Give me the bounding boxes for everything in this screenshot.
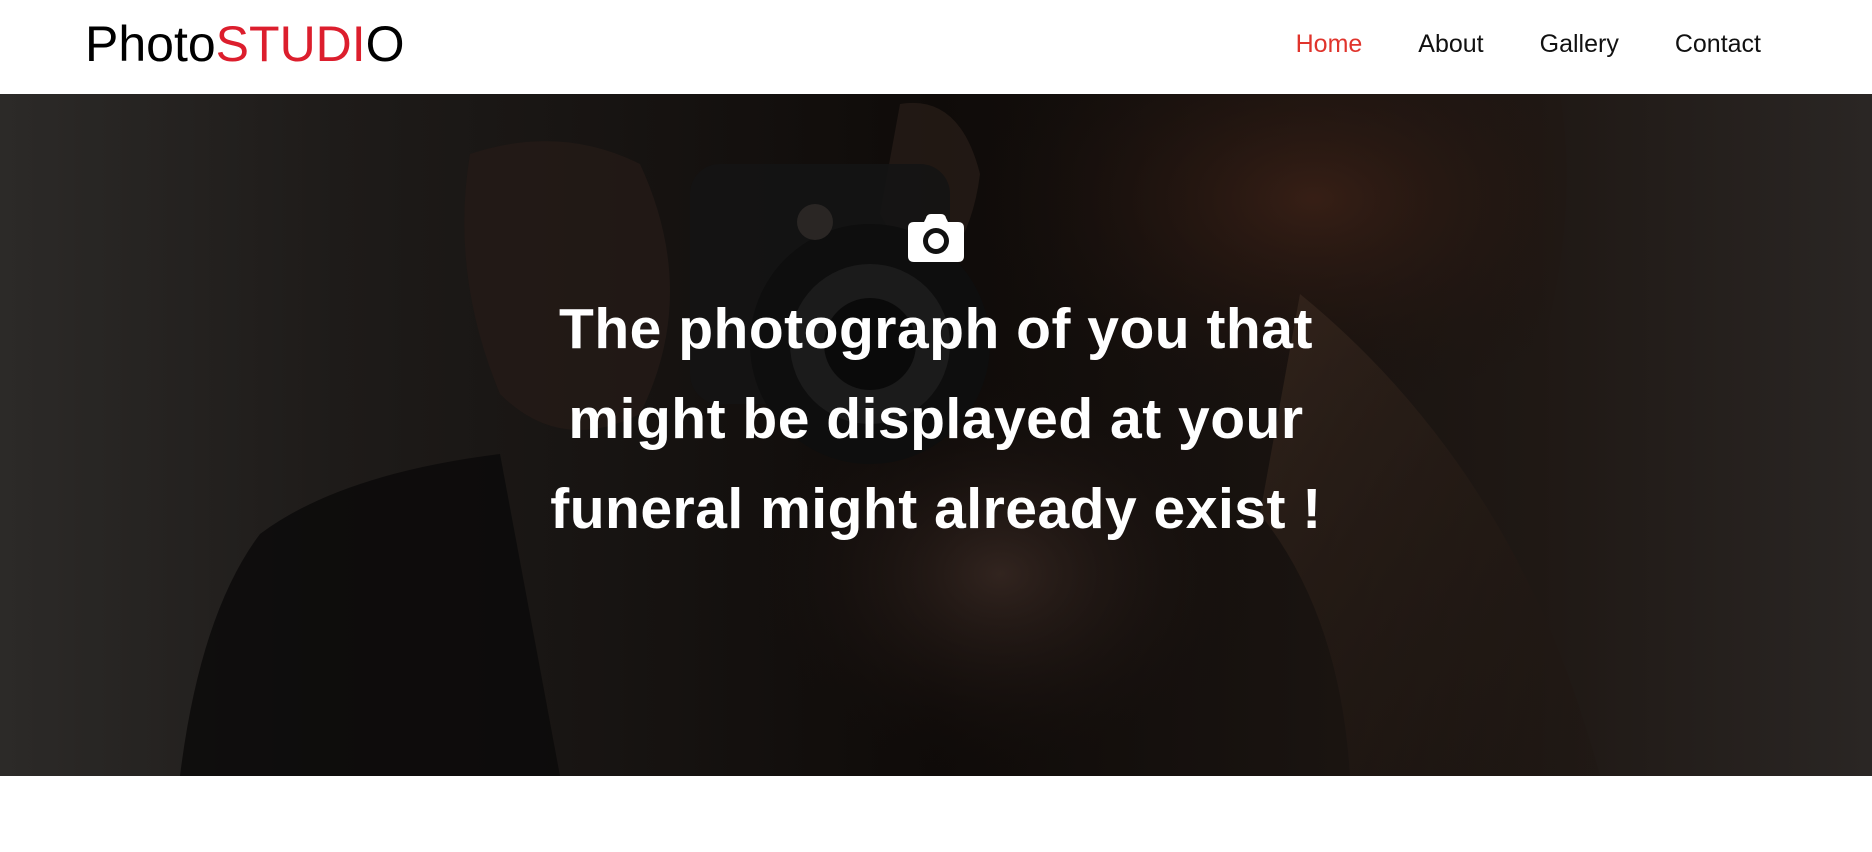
brand-logo-accent: STUDI [215, 16, 366, 72]
nav-link-contact[interactable]: Contact [1675, 28, 1761, 60]
brand-logo-suffix: O [365, 16, 405, 72]
hero-banner: The photograph of you that might be disp… [0, 94, 1872, 776]
main-nav: Home About Gallery Contact [1240, 28, 1761, 60]
hero-content: The photograph of you that might be disp… [486, 214, 1386, 554]
brand-logo-prefix: Photo [85, 16, 216, 72]
hero-headline-line: funeral might already exist ! [550, 477, 1322, 541]
brand-logo[interactable]: PhotoSTUDIO [85, 14, 405, 74]
navbar: PhotoSTUDIO Home About Gallery Contact [0, 0, 1872, 94]
nav-link-about[interactable]: About [1418, 28, 1483, 60]
hero-headline-line: might be displayed at your [568, 387, 1304, 451]
camera-icon [908, 214, 964, 262]
hero-headline: The photograph of you that might be disp… [486, 284, 1386, 554]
nav-link-gallery[interactable]: Gallery [1540, 28, 1619, 60]
nav-link-home[interactable]: Home [1296, 28, 1363, 60]
hero-headline-line: The photograph of you that [559, 297, 1313, 361]
